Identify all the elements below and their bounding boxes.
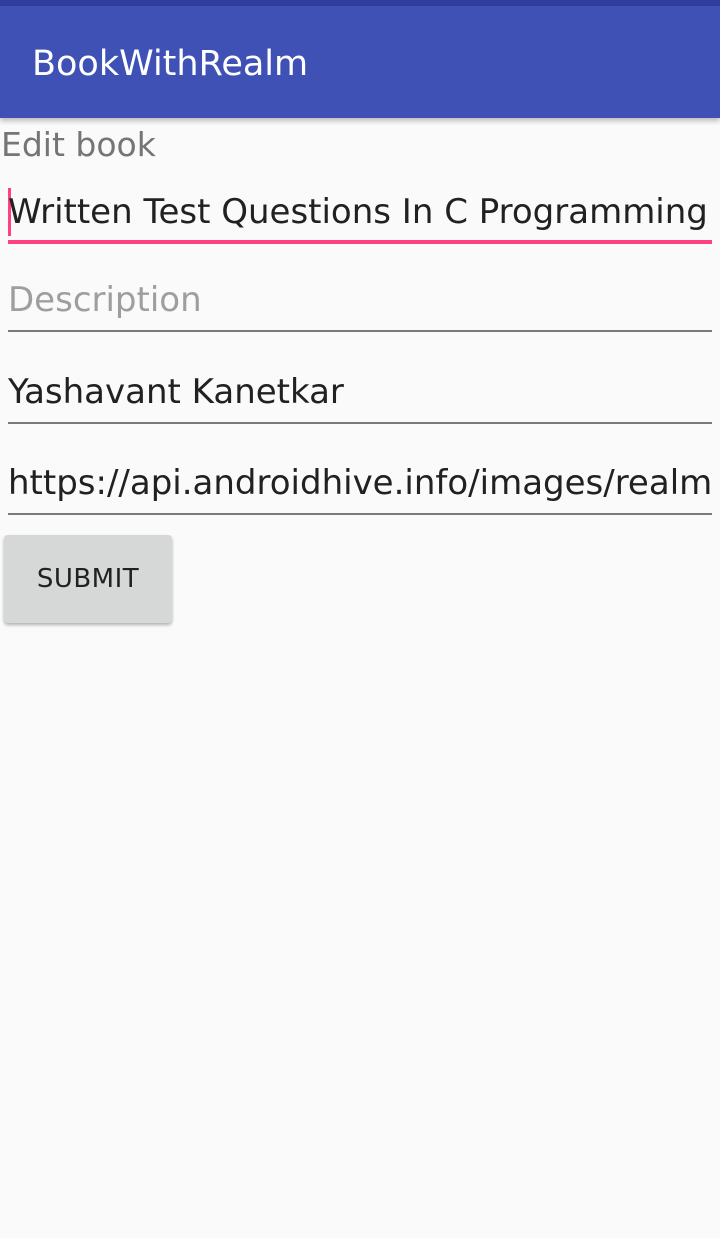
edit-book-label: Edit book (1, 125, 156, 164)
image-url-underline (8, 513, 712, 515)
description-placeholder: Description (8, 280, 202, 320)
submit-button[interactable]: SUBMIT (4, 535, 172, 623)
description-field[interactable]: Description (8, 272, 712, 332)
submit-button-label: SUBMIT (36, 564, 140, 594)
book-title-field[interactable]: Written Test Questions In C Programming (8, 184, 712, 244)
image-url-field[interactable]: https://api.androidhive.info/images/real… (8, 455, 712, 515)
author-value: Yashavant Kanetkar (8, 372, 344, 412)
image-url-value: https://api.androidhive.info/images/real… (8, 463, 712, 503)
author-field[interactable]: Yashavant Kanetkar (8, 364, 712, 424)
description-underline (8, 330, 712, 332)
app-bar: BookWithRealm (0, 6, 720, 118)
book-title-value: Written Test Questions In C Programming (8, 192, 708, 232)
app-title: BookWithRealm (32, 44, 309, 84)
author-underline (8, 422, 712, 424)
book-title-underline (8, 240, 712, 244)
